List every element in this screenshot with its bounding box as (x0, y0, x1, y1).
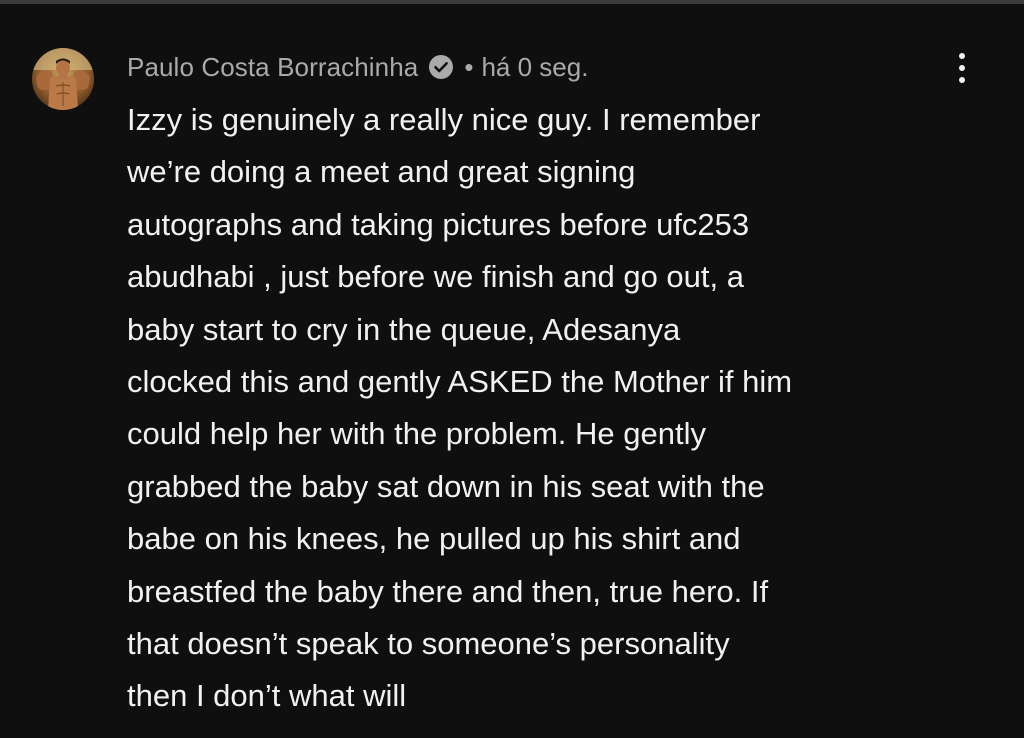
comment-screen: Paulo Costa Borrachinha • há 0 seg. Izzy… (0, 0, 1024, 738)
comment-line: babe on his knees, he pulled up his shir… (127, 521, 741, 557)
comment-line: breastfed the baby there and then, true … (127, 573, 769, 609)
comment-line: then I don’t what will (127, 678, 407, 714)
verified-check-icon (428, 54, 454, 80)
comment-header: Paulo Costa Borrachinha • há 0 seg. (127, 49, 588, 85)
avatar-photo (32, 48, 94, 110)
avatar[interactable] (32, 48, 94, 110)
author-name[interactable]: Paulo Costa Borrachinha (127, 52, 418, 83)
comment-line: baby start to cry in the queue, Adesanya (127, 311, 681, 347)
comment-line: Izzy is genuinely a really nice guy. I r… (127, 102, 761, 137)
timestamp[interactable]: há 0 seg. (481, 52, 588, 83)
more-vertical-icon[interactable] (948, 50, 976, 86)
comment-line: grabbed the baby sat down in his seat wi… (127, 468, 765, 504)
separator-dot: • (464, 51, 474, 82)
comment-line: we’re doing a meet and great signing (127, 154, 636, 190)
comment-line: could help her with the problem. He gent… (127, 416, 706, 452)
comment-line: abudhabi , just before we finish and go … (127, 259, 744, 295)
comment-line: clocked this and gently ASKED the Mother… (127, 364, 793, 400)
comment-text: Izzy is genuinely a really nice guy. I r… (127, 94, 987, 723)
comment-line: autographs and taking pictures before uf… (127, 206, 750, 242)
divider (0, 0, 1024, 4)
comment-line: that doesn’t speak to someone’s personal… (127, 626, 730, 662)
